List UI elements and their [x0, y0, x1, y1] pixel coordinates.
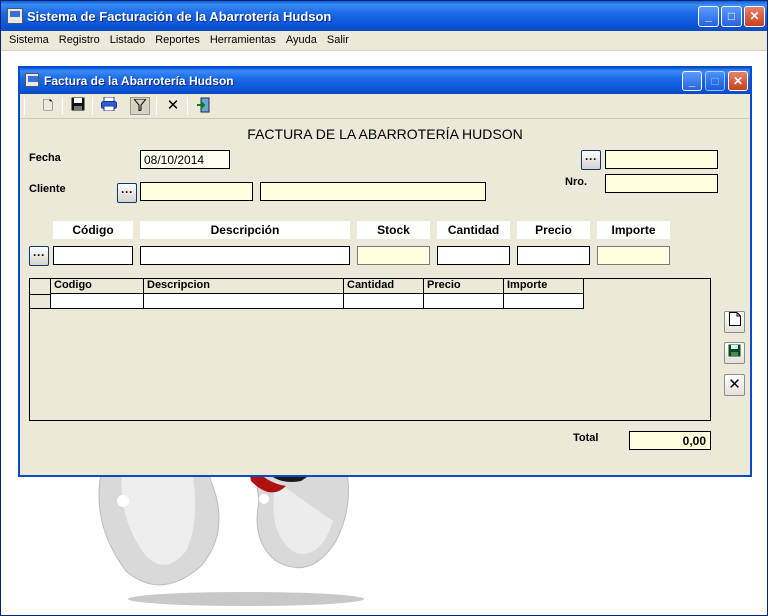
- filter-icon[interactable]: [130, 97, 150, 115]
- header-precio: Precio: [517, 221, 590, 239]
- header-codigo: Código: [53, 221, 133, 239]
- menu-registro[interactable]: Registro: [54, 31, 105, 46]
- total-value: 0,00: [629, 431, 711, 450]
- total-label: Total: [573, 432, 599, 444]
- window-maximize-button[interactable]: □: [705, 71, 725, 91]
- save-item-icon: [728, 344, 741, 357]
- client-name-field[interactable]: [260, 182, 486, 201]
- grid-cell-descripcion[interactable]: [144, 294, 344, 309]
- window-close-button[interactable]: ✕: [728, 71, 748, 91]
- exit-icon[interactable]: [194, 97, 214, 115]
- grid-header-importe[interactable]: Importe: [504, 279, 584, 294]
- invoice-series-field[interactable]: [605, 150, 718, 169]
- product-lookup-button[interactable]: ···: [29, 246, 49, 266]
- menu-listado[interactable]: Listado: [105, 31, 150, 46]
- menu-ayuda[interactable]: Ayuda: [281, 31, 322, 46]
- grid-header-codigo[interactable]: Codigo: [51, 279, 144, 294]
- item-stock-field: [357, 246, 430, 265]
- save-icon[interactable]: [68, 97, 88, 115]
- grid-cell-cantidad[interactable]: [344, 294, 424, 309]
- fecha-field[interactable]: 08/10/2014: [140, 150, 230, 169]
- menu-salir[interactable]: Salir: [322, 31, 354, 46]
- fecha-label: Fecha: [29, 152, 61, 164]
- invoice-window-title-bar[interactable]: Factura de la Abarrotería Hudson _ □ ✕: [20, 68, 750, 94]
- grid-header-precio[interactable]: Precio: [424, 279, 504, 294]
- invoice-window: Factura de la Abarrotería Hudson _ □ ✕ 🗋…: [18, 66, 752, 477]
- menu-herramientas[interactable]: Herramientas: [205, 31, 281, 46]
- delete-icon[interactable]: ✕: [163, 97, 183, 115]
- item-precio-input[interactable]: [517, 246, 590, 265]
- new-document-icon[interactable]: 🗋: [38, 97, 58, 115]
- remove-item-icon: ✕: [728, 376, 741, 393]
- client-lookup-button[interactable]: ···: [117, 183, 137, 203]
- app-title-bar[interactable]: Sistema de Facturación de la Abarrotería…: [1, 1, 767, 31]
- grid-cell-codigo[interactable]: [51, 294, 144, 309]
- header-stock: Stock: [357, 221, 430, 239]
- grid-cell-importe[interactable]: [504, 294, 584, 309]
- header-importe: Importe: [597, 221, 670, 239]
- invoice-items-grid[interactable]: Codigo Descripcion Cantidad Precio Impor…: [29, 278, 711, 421]
- item-codigo-input[interactable]: [53, 246, 133, 265]
- app-icon: [7, 8, 23, 24]
- header-descripcion: Descripción: [140, 221, 350, 239]
- item-cantidad-input[interactable]: [437, 246, 510, 265]
- invoice-number-field[interactable]: [605, 174, 718, 193]
- grid-cell-precio[interactable]: [424, 294, 504, 309]
- invoice-lookup-button[interactable]: ···: [581, 150, 601, 170]
- grid-header-descripcion[interactable]: Descripcion: [144, 279, 344, 294]
- client-code-field[interactable]: [140, 182, 253, 201]
- row-selector[interactable]: [30, 279, 51, 309]
- item-descripcion-input[interactable]: [140, 246, 350, 265]
- menu-sistema[interactable]: Sistema: [1, 31, 54, 46]
- add-item-button[interactable]: [724, 311, 745, 333]
- toolbar: 🗋 ✕: [20, 94, 750, 119]
- close-button[interactable]: ✕: [744, 6, 765, 27]
- menu-reportes[interactable]: Reportes: [150, 31, 205, 46]
- invoice-heading: FACTURA DE LA ABARROTERÍA HUDSON: [247, 126, 523, 142]
- maximize-button[interactable]: □: [721, 6, 742, 27]
- save-item-button[interactable]: [724, 342, 745, 364]
- print-icon[interactable]: [99, 96, 119, 115]
- menu-bar: Sistema Registro Listado Reportes Herramient…: [1, 31, 767, 51]
- remove-item-button[interactable]: ✕: [724, 374, 745, 396]
- invoice-window-title: Factura de la Abarrotería Hudson: [44, 74, 234, 88]
- app-title: Sistema de Facturación de la Abarrotería…: [27, 9, 332, 24]
- grid-header-cantidad[interactable]: Cantidad: [344, 279, 424, 294]
- main-application-window: Sistema de Facturación de la Abarrotería…: [0, 0, 768, 616]
- header-cantidad: Cantidad: [437, 221, 510, 239]
- minimize-button[interactable]: _: [698, 6, 719, 27]
- item-importe-field: [597, 246, 670, 265]
- window-minimize-button[interactable]: _: [682, 71, 702, 91]
- window-icon: [25, 73, 39, 87]
- nro-label: Nro.: [565, 176, 587, 188]
- new-item-icon: [728, 312, 741, 326]
- cliente-label: Cliente: [29, 183, 66, 195]
